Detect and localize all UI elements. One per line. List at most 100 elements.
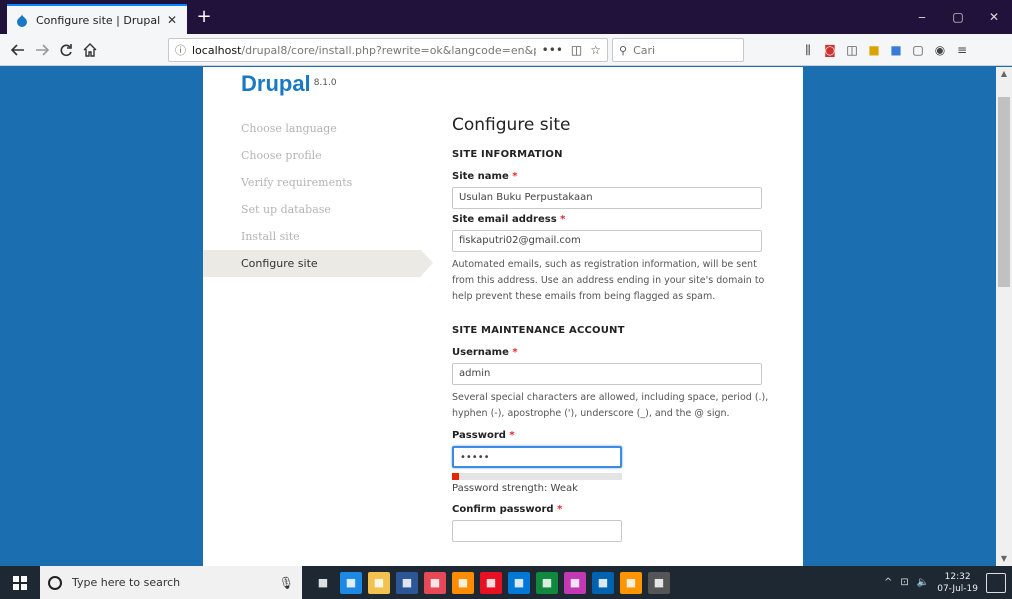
app-icon[interactable]: ■ [648, 571, 670, 594]
notification-center-icon[interactable] [986, 572, 1006, 593]
search-bar[interactable]: ⚲ Cari [612, 38, 744, 62]
site-information-heading: SITE INFORMATION [452, 149, 563, 160]
username-input[interactable]: admin [452, 363, 762, 385]
account-icon[interactable]: ◉ [932, 42, 948, 58]
page-scrollbar[interactable]: ▲ ▼ [996, 67, 1012, 566]
minimize-button[interactable]: ‒ [904, 0, 940, 34]
network-icon[interactable]: ⊡ [900, 577, 908, 588]
reload-icon [60, 44, 72, 57]
password-strength-bar [452, 473, 622, 480]
app-icon[interactable]: ■ [480, 571, 502, 594]
app-icon[interactable]: ■ [452, 571, 474, 594]
home-button[interactable] [78, 38, 102, 62]
store-icon[interactable]: ■ [396, 571, 418, 594]
app-icon[interactable]: ■ [424, 571, 446, 594]
reload-button[interactable] [54, 38, 78, 62]
back-button[interactable] [6, 38, 30, 62]
configure-site-form: Configure site SITE INFORMATION Site nam… [452, 115, 772, 547]
install-page: Drupal 8.1.0 Choose language Choose profi… [203, 67, 803, 566]
home-icon [83, 43, 97, 57]
scroll-up-icon[interactable]: ▲ [996, 67, 1012, 81]
brand-name: Drupal [241, 71, 311, 96]
site-email-input[interactable]: fiskaputri02@gmail.com [452, 230, 762, 252]
mail-icon[interactable]: ■ [508, 571, 530, 594]
microphone-icon[interactable]: 🎙 [279, 576, 294, 590]
extension-icon[interactable]: ■ [866, 42, 882, 58]
system-tray: ^ ⊡ 🔈 12:32 07-Jul-19 [884, 571, 1012, 595]
windows-taskbar: Type here to search 🎙 ■ ■ ■ ■ ■ ■ ■ ■ ■ ■ ■ ■ ■ ^ ⊡ … [0, 566, 1012, 599]
install-steps: Choose language Choose profile Verify re… [203, 115, 433, 277]
url-path: /drupal8/core/install.php?rewrite=ok&lan… [241, 43, 536, 57]
app-icon[interactable]: ■ [592, 571, 614, 594]
confirm-password-label: Confirm password * [452, 504, 563, 515]
browser-tab[interactable]: Configure site | Drupal ✕ [7, 4, 187, 34]
menu-icon[interactable]: ≡ [954, 42, 970, 58]
password-strength-text: Password strength: Weak [452, 483, 578, 494]
app-icon[interactable]: ■ [564, 571, 586, 594]
firefox-icon[interactable]: ■ [620, 571, 642, 594]
library-icon[interactable]: ⫼ [800, 42, 816, 58]
new-tab-button[interactable]: + [192, 6, 216, 27]
search-icon: ⚲ [619, 43, 628, 57]
volume-icon[interactable]: 🔈 [917, 577, 929, 588]
brand-version: 8.1.0 [313, 77, 337, 88]
page-viewport: Drupal 8.1.0 Choose language Choose profi… [0, 67, 996, 566]
pocket-icon[interactable]: ◫ [571, 43, 582, 57]
password-input[interactable]: ••••• [452, 446, 622, 468]
arrow-right-icon [36, 44, 49, 56]
extension-icon[interactable]: ■ [888, 42, 904, 58]
step-configure-site: Configure site [203, 250, 433, 277]
close-window-button[interactable]: ✕ [976, 0, 1012, 34]
app-icon[interactable]: ■ [536, 571, 558, 594]
scroll-thumb[interactable] [998, 97, 1010, 287]
drupal-brand: Drupal 8.1.0 [241, 71, 337, 97]
sidebar-icon[interactable]: ◫ [844, 42, 860, 58]
password-label: Password * [452, 430, 515, 441]
username-label: Username * [452, 347, 518, 358]
navigation-toolbar: ⓘ localhost/drupal8/core/install.php?rew… [0, 34, 1012, 66]
task-view-icon[interactable]: ■ [312, 571, 334, 594]
page-actions-icon[interactable]: ••• [542, 43, 563, 57]
start-button[interactable] [0, 566, 40, 599]
url-bar[interactable]: ⓘ localhost/drupal8/core/install.php?rew… [168, 38, 608, 62]
step-choose-profile: Choose profile [241, 149, 322, 162]
toolbar-icons: ⫼ ◙ ◫ ■ ■ ▢ ◉ ≡ [800, 38, 970, 62]
clock-time: 12:32 [944, 571, 971, 582]
chevron-up-icon[interactable]: ^ [884, 577, 892, 588]
tab-title: Configure site | Drupal [36, 13, 161, 27]
site-info-icon[interactable]: ⓘ [175, 42, 186, 58]
clock-date: 07-Jul-19 [937, 583, 978, 594]
windows-logo-icon [13, 575, 27, 590]
browser-tab-bar: Configure site | Drupal ✕ + ‒ ▢ ✕ [0, 0, 1012, 34]
screenshot-icon[interactable]: ▢ [910, 42, 926, 58]
required-mark: * [512, 347, 518, 358]
page-title: Configure site [452, 115, 571, 135]
url-actions: ••• ◫ ☆ [542, 43, 601, 57]
taskbar-search-placeholder: Type here to search [72, 576, 181, 589]
maximize-button[interactable]: ▢ [940, 0, 976, 34]
taskbar-search[interactable]: Type here to search 🎙 [40, 566, 302, 599]
drupal-favicon-icon [17, 14, 27, 27]
scroll-down-icon[interactable]: ▼ [996, 552, 1012, 566]
username-help: Several special characters are allowed, … [452, 392, 769, 419]
confirm-password-input[interactable] [452, 520, 622, 542]
file-explorer-icon[interactable]: ■ [368, 571, 390, 594]
edge-icon[interactable]: ■ [340, 571, 362, 594]
url-host: localhost [192, 43, 242, 57]
site-email-help: Automated emails, such as registration i… [452, 259, 765, 302]
required-mark: * [512, 171, 518, 182]
required-mark: * [560, 214, 566, 225]
url-text: localhost/drupal8/core/install.php?rewri… [192, 44, 536, 57]
pocket-list-icon[interactable]: ◙ [822, 42, 838, 58]
tab-close-icon[interactable]: ✕ [165, 13, 179, 27]
site-name-input[interactable]: Usulan Buku Perpustakaan [452, 187, 762, 209]
step-install-site: Install site [241, 230, 300, 243]
clock[interactable]: 12:32 07-Jul-19 [937, 571, 978, 595]
step-set-up-database: Set up database [241, 203, 331, 216]
bookmark-star-icon[interactable]: ☆ [590, 43, 601, 57]
site-name-label: Site name * [452, 171, 518, 182]
step-choose-language: Choose language [241, 122, 337, 135]
maintenance-account-heading: SITE MAINTENANCE ACCOUNT [452, 325, 625, 336]
forward-button[interactable] [30, 38, 54, 62]
site-email-label: Site email address * [452, 214, 566, 225]
